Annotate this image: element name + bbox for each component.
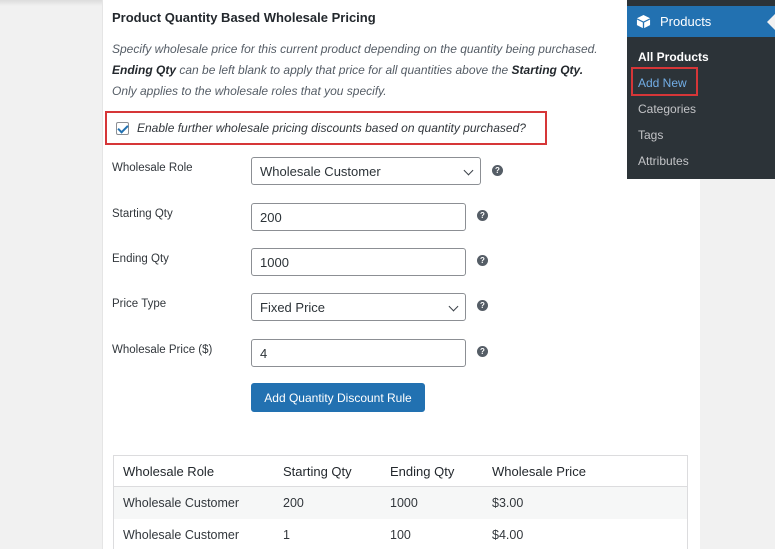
table-cell: 1000: [390, 496, 418, 510]
table-header-cell: Starting Qty: [283, 463, 352, 479]
help-icon[interactable]: ?: [477, 300, 488, 311]
products-menu-item[interactable]: Products: [627, 6, 775, 37]
price-type-label: Price Type: [112, 298, 167, 310]
ending-qty-value: 1000: [260, 254, 289, 270]
price-type-value: Fixed Price: [260, 299, 326, 315]
wholesale-role-select[interactable]: Wholesale Customer: [251, 157, 481, 185]
price-type-select[interactable]: Fixed Price: [251, 293, 466, 321]
enable-discount-highlight: Enable further wholesale pricing discoun…: [105, 111, 547, 145]
box-icon: [636, 14, 651, 29]
table-row[interactable]: Wholesale Customer 200 1000 $3.00: [114, 487, 687, 519]
wholesale-price-input[interactable]: 4: [251, 339, 466, 367]
help-icon[interactable]: ?: [492, 165, 503, 176]
section-description: Specify wholesale price for this current…: [112, 39, 632, 102]
desc-line-1: Specify wholesale price for this current…: [112, 42, 598, 56]
chevron-down-icon: [448, 301, 459, 312]
add-new-highlight: [631, 67, 698, 96]
wholesale-price-value: 4: [260, 345, 268, 361]
help-icon[interactable]: ?: [477, 255, 488, 266]
table-header-cell: Wholesale Role: [123, 463, 215, 479]
ending-qty-input[interactable]: 1000: [251, 248, 466, 276]
wholesale-price-label: Wholesale Price ($): [112, 344, 213, 356]
add-quantity-discount-rule-button[interactable]: Add Quantity Discount Rule: [251, 383, 425, 412]
table-header-row: Wholesale Role Starting Qty Ending Qty W…: [114, 456, 687, 487]
starting-qty-input[interactable]: 200: [251, 203, 466, 231]
table-cell: Wholesale Customer: [123, 528, 240, 542]
table-cell: Wholesale Customer: [123, 496, 240, 510]
enable-discount-checkbox[interactable]: [116, 121, 129, 135]
ending-qty-label: Ending Qty: [112, 253, 169, 265]
table-row[interactable]: Wholesale Customer 1 100 $4.00: [114, 519, 687, 549]
enable-discount-label[interactable]: Enable further wholesale pricing discoun…: [137, 121, 526, 135]
starting-qty-value: 200: [260, 209, 282, 225]
table-cell: 100: [390, 528, 411, 542]
section-title: Product Quantity Based Wholesale Pricing: [112, 10, 376, 25]
wholesale-role-value: Wholesale Customer: [260, 163, 381, 179]
starting-qty-label: Starting Qty: [112, 208, 173, 220]
table-header-cell: Ending Qty: [390, 463, 455, 479]
table-cell: $4.00: [492, 528, 524, 542]
table-cell: 200: [283, 496, 304, 510]
desc-line-2: Ending Qty can be left blank to apply th…: [112, 60, 632, 81]
help-icon[interactable]: ?: [477, 210, 488, 221]
products-menu-label: Products: [660, 14, 712, 29]
chevron-down-icon: [463, 165, 474, 176]
submenu-all-products[interactable]: All Products: [638, 50, 709, 64]
table-cell: 1: [283, 528, 290, 542]
desc-line-2-mid: can be left blank to apply that price fo…: [176, 63, 512, 77]
submenu-attributes[interactable]: Attributes: [638, 154, 689, 168]
desc-ending-qty: Ending Qty: [112, 63, 176, 77]
submenu-categories[interactable]: Categories: [638, 102, 696, 116]
desc-starting-qty: Starting Qty.: [511, 63, 584, 77]
table-cell: $3.00: [492, 496, 524, 510]
desc-line-3: Only applies to the wholesale roles that…: [112, 84, 387, 98]
submenu-tags[interactable]: Tags: [638, 128, 663, 142]
wholesale-role-label: Wholesale Role: [112, 162, 193, 174]
quantity-discount-table: Wholesale Role Starting Qty Ending Qty W…: [113, 455, 688, 549]
table-header-cell: Wholesale Price: [492, 463, 586, 479]
help-icon[interactable]: ?: [477, 346, 488, 357]
